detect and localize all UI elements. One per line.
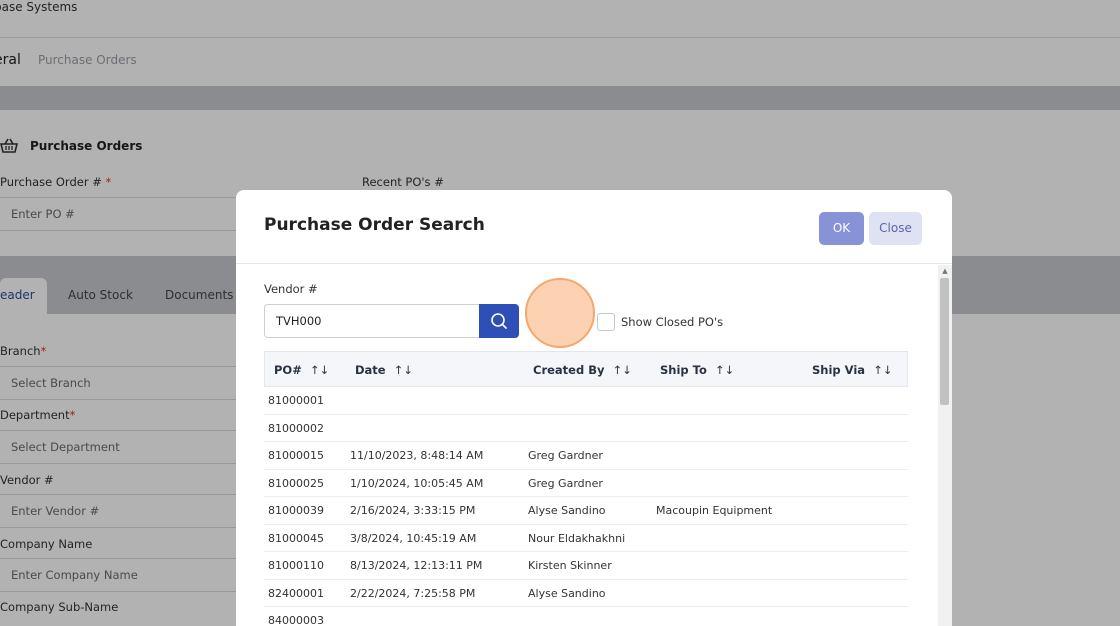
cell-date: 3/8/2024, 10:45:19 AM (350, 531, 477, 545)
table-row[interactable]: 84000003 (264, 607, 908, 626)
table-row[interactable]: 81000039 2/16/2024, 3:33:15 PM Alyse Sandi… (264, 497, 908, 525)
cell-created-by: Alyse Sandino (528, 586, 606, 600)
cell-date: 11/10/2023, 8:48:14 AM (350, 449, 484, 462)
sort-icon[interactable]: ↑↓ (310, 363, 329, 377)
po-search-dialog: Purchase Order Search OK Close Vendor # … (236, 190, 952, 626)
column-header-ship-to[interactable]: Ship To ↑↓ (660, 363, 734, 377)
table-row[interactable]: 82400001 2/22/2024, 7:25:58 PM Alyse Sandi… (264, 580, 908, 607)
cell-created-by: Kirsten Skinner (528, 559, 612, 572)
dialog-divider (236, 263, 952, 264)
cell-date: 1/10/2024, 10:05:45 AM (350, 476, 484, 490)
scroll-up-arrow[interactable]: ▲ (938, 265, 952, 277)
search-button[interactable] (479, 304, 519, 338)
cell-po: 81000025 (268, 476, 324, 490)
dialog-title: Purchase Order Search (264, 215, 485, 235)
sort-icon[interactable]: ↑↓ (612, 363, 631, 377)
cell-po: 81000039 (268, 504, 324, 517)
column-header-po[interactable]: PO# ↑↓ (274, 363, 329, 377)
sort-icon[interactable]: ↑↓ (873, 363, 892, 377)
table-body: 81000001 81000002 81000015 11/10/2023, 8:48… (264, 387, 908, 626)
vendor-search-input[interactable] (264, 304, 480, 338)
cell-po: 84000003 (268, 614, 324, 626)
cell-date: 2/16/2024, 3:33:15 PM (350, 504, 476, 517)
cell-date: 8/13/2024, 12:13:11 PM (350, 559, 483, 572)
table-row[interactable]: 81000001 (264, 387, 908, 415)
table-row[interactable]: 81000015 11/10/2023, 8:48:14 AM Greg Gardn… (264, 442, 908, 470)
column-header-created-by[interactable]: Created By ↑↓ (533, 363, 632, 377)
column-header-date[interactable]: Date ↑↓ (355, 363, 413, 377)
cell-created-by: Alyse Sandino (528, 504, 606, 517)
vendor-label: Vendor # (264, 282, 318, 296)
table-row[interactable]: 81000045 3/8/2024, 10:45:19 AM Nour Eldakh… (264, 525, 908, 552)
table-row[interactable]: 81000110 8/13/2024, 12:13:11 PM Kirsten Sk… (264, 552, 908, 580)
cell-po: 81000001 (268, 394, 324, 407)
table-row[interactable]: 81000025 1/10/2024, 10:05:45 AM Greg Gardn… (264, 470, 908, 497)
show-closed-label[interactable]: Show Closed PO's (621, 315, 723, 329)
search-icon (491, 313, 507, 329)
ok-button[interactable]: OK (819, 212, 864, 245)
cell-po: 82400001 (268, 586, 324, 600)
cell-ship-to: Macoupin Equipment (656, 504, 773, 517)
scrollbar-thumb[interactable] (940, 278, 949, 405)
cell-po: 81000110 (268, 559, 324, 572)
cell-created-by: Nour Eldakhakhni (528, 531, 626, 545)
close-button[interactable]: Close (869, 212, 922, 245)
cell-po: 81000002 (268, 421, 324, 435)
click-indicator (525, 278, 595, 348)
table-header: PO# ↑↓ Date ↑↓ Created By ↑↓ Ship To ↑↓ Ship… (264, 351, 908, 387)
cell-po: 81000045 (268, 531, 324, 545)
sort-icon[interactable]: ↑↓ (394, 363, 413, 377)
cell-date: 2/22/2024, 7:25:58 PM (350, 586, 476, 600)
cell-created-by: Greg Gardner (528, 476, 603, 490)
cell-po: 81000015 (268, 449, 324, 462)
column-header-ship-via[interactable]: Ship Via ↑↓ (812, 363, 892, 377)
cell-created-by: Greg Gardner (528, 449, 603, 462)
table-row[interactable]: 81000002 (264, 415, 908, 442)
show-closed-checkbox[interactable] (597, 313, 615, 331)
po-results-table: PO# ↑↓ Date ↑↓ Created By ↑↓ Ship To ↑↓ Ship… (264, 351, 908, 626)
sort-icon[interactable]: ↑↓ (715, 363, 734, 377)
